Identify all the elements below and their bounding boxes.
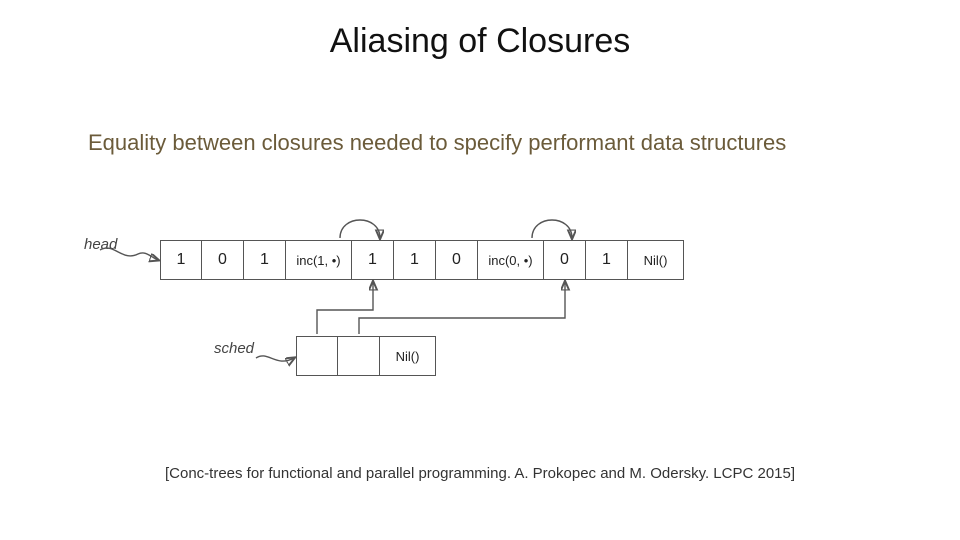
pointer-arrows xyxy=(80,210,900,410)
citation: [Conc-trees for functional and parallel … xyxy=(0,465,960,482)
slide-title: Aliasing of Closures xyxy=(0,22,960,61)
closure-diagram: head sched 101inc(1, •)110inc(0, •)01Nil… xyxy=(80,210,900,410)
slide-subtitle: Equality between closures needed to spec… xyxy=(88,130,786,156)
